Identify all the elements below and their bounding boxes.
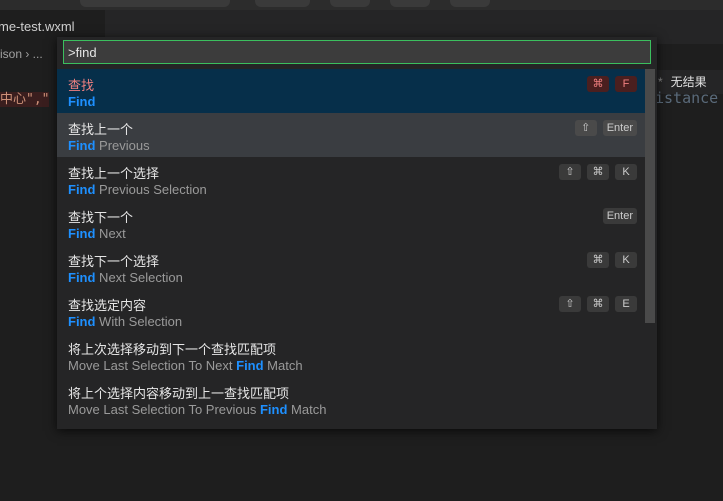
command-subtitle: Move Last Selection To Next Find Match — [68, 358, 303, 373]
command-title: 查找 — [68, 78, 95, 93]
title-bar-control[interactable] — [80, 0, 230, 7]
command-title: 查找下一个 — [68, 210, 134, 225]
no-result-label: 无结果 — [670, 75, 707, 89]
keybinding: ⇧ Enter — [574, 120, 637, 136]
command-subtitle: Find — [68, 94, 95, 109]
command-list: 查找 Find ⌘ F 查找上一个 Find Previous ⇧ Enter 查找上一个选择 F… — [57, 69, 645, 421]
asterisk-icon: * — [658, 75, 663, 89]
command-subtitle: Find With Selection — [68, 314, 182, 329]
command-subtitle-suffix: Next — [95, 226, 126, 241]
key-cap: ⇧ — [574, 120, 597, 136]
key-cap: F — [615, 76, 637, 92]
title-bar-control[interactable] — [450, 0, 490, 7]
key-cap: K — [615, 252, 637, 268]
code-string: 中心"," — [0, 92, 50, 107]
command-subtitle-match: Find — [236, 358, 264, 373]
command-subtitle: Move Last Selection To Previous Find Mat… — [68, 402, 326, 417]
key-cap: Enter — [602, 208, 637, 224]
code-fragment: 中心"," — [0, 88, 50, 107]
command-subtitle: Find Previous — [68, 138, 150, 153]
command-title: 查找选定内容 — [68, 298, 147, 313]
scrollbar[interactable] — [645, 69, 655, 323]
key-cap: ⌘ — [587, 164, 609, 180]
key-cap: E — [615, 296, 637, 312]
tab-label: me-test.wxml — [0, 19, 75, 34]
keybinding: Enter — [602, 208, 637, 224]
key-cap: ⌘ — [587, 76, 609, 92]
command-subtitle-suffix: Previous — [95, 138, 150, 153]
command-subtitle-match: Find — [68, 314, 96, 329]
command-title: 查找上一个 — [68, 122, 134, 137]
title-bar-control[interactable] — [330, 0, 370, 7]
command-title: 查找下一个选择 — [68, 254, 160, 269]
command-subtitle-prefix: Move Last Selection To Previous — [68, 402, 260, 417]
command-item[interactable]: 将上次选择移动到下一个查找匹配项 Move Last Selection To N… — [57, 333, 645, 377]
command-input-wrapper — [63, 40, 651, 64]
key-cap: ⌘ — [587, 296, 609, 312]
command-item[interactable]: 将上个选择内容移动到上一查找匹配项 Move Last Selection To … — [57, 377, 645, 421]
key-cap: ⇧ — [559, 164, 581, 180]
keybinding: ⌘ K — [587, 252, 637, 268]
code-fragment-right: istance — [655, 89, 719, 107]
command-subtitle-match: Find — [68, 182, 96, 197]
title-bar-control[interactable] — [390, 0, 430, 7]
command-title: 查找上一个选择 — [68, 166, 160, 181]
command-item[interactable]: 查找上一个 Find Previous ⇧ Enter — [57, 113, 645, 157]
title-bar — [0, 0, 723, 10]
command-item[interactable]: 查找下一个 Find Next Enter — [57, 201, 645, 245]
command-item[interactable]: 查找 Find ⌘ F — [57, 69, 645, 113]
command-subtitle-suffix: Next Selection — [95, 270, 183, 285]
command-subtitle-suffix: Previous Selection — [95, 182, 207, 197]
command-palette: 查找Find⌘F查找上一个Find Previous⇧Enter查找上一个选择F… — [57, 37, 657, 429]
command-subtitle-suffix: Match — [263, 358, 303, 373]
command-subtitle-match: Find — [259, 402, 288, 417]
command-item[interactable]: 查找上一个选择 Find Previous Selection ⇧ ⌘ K — [57, 157, 645, 201]
title-bar-control[interactable] — [255, 0, 310, 7]
breadcrumb-label: ison › ... — [0, 47, 43, 61]
keybinding: ⇧ ⌘ K — [559, 164, 637, 180]
key-cap: Enter — [602, 120, 637, 136]
keybinding: ⇧ ⌘ E — [559, 296, 637, 312]
command-subtitle-match: Find — [68, 138, 96, 153]
key-cap: ⇧ — [559, 296, 581, 312]
command-title: 将上次选择移动到下一个查找匹配项 — [68, 342, 277, 357]
command-subtitle-prefix: Move Last Selection To Next — [68, 358, 237, 373]
command-item[interactable]: 查找选定内容 Find With Selection ⇧ ⌘ E — [57, 289, 645, 333]
command-subtitle: Find Next Selection — [68, 270, 183, 285]
command-input[interactable] — [64, 41, 650, 63]
key-cap: K — [615, 164, 637, 180]
command-item[interactable]: 查找下一个选择 Find Next Selection ⌘ K — [57, 245, 645, 289]
command-subtitle-suffix: With Selection — [95, 314, 183, 329]
command-subtitle: Find Previous Selection — [68, 182, 207, 197]
key-cap: ⌘ — [587, 252, 609, 268]
command-subtitle-suffix: Match — [287, 402, 327, 417]
command-subtitle-match: Find — [68, 94, 96, 109]
command-subtitle-match: Find — [68, 270, 96, 285]
command-subtitle-match: Find — [68, 226, 96, 241]
keybinding: ⌘ F — [587, 76, 637, 92]
command-subtitle: Find Next — [68, 226, 126, 241]
command-title: 将上个选择内容移动到上一查找匹配项 — [68, 386, 290, 401]
